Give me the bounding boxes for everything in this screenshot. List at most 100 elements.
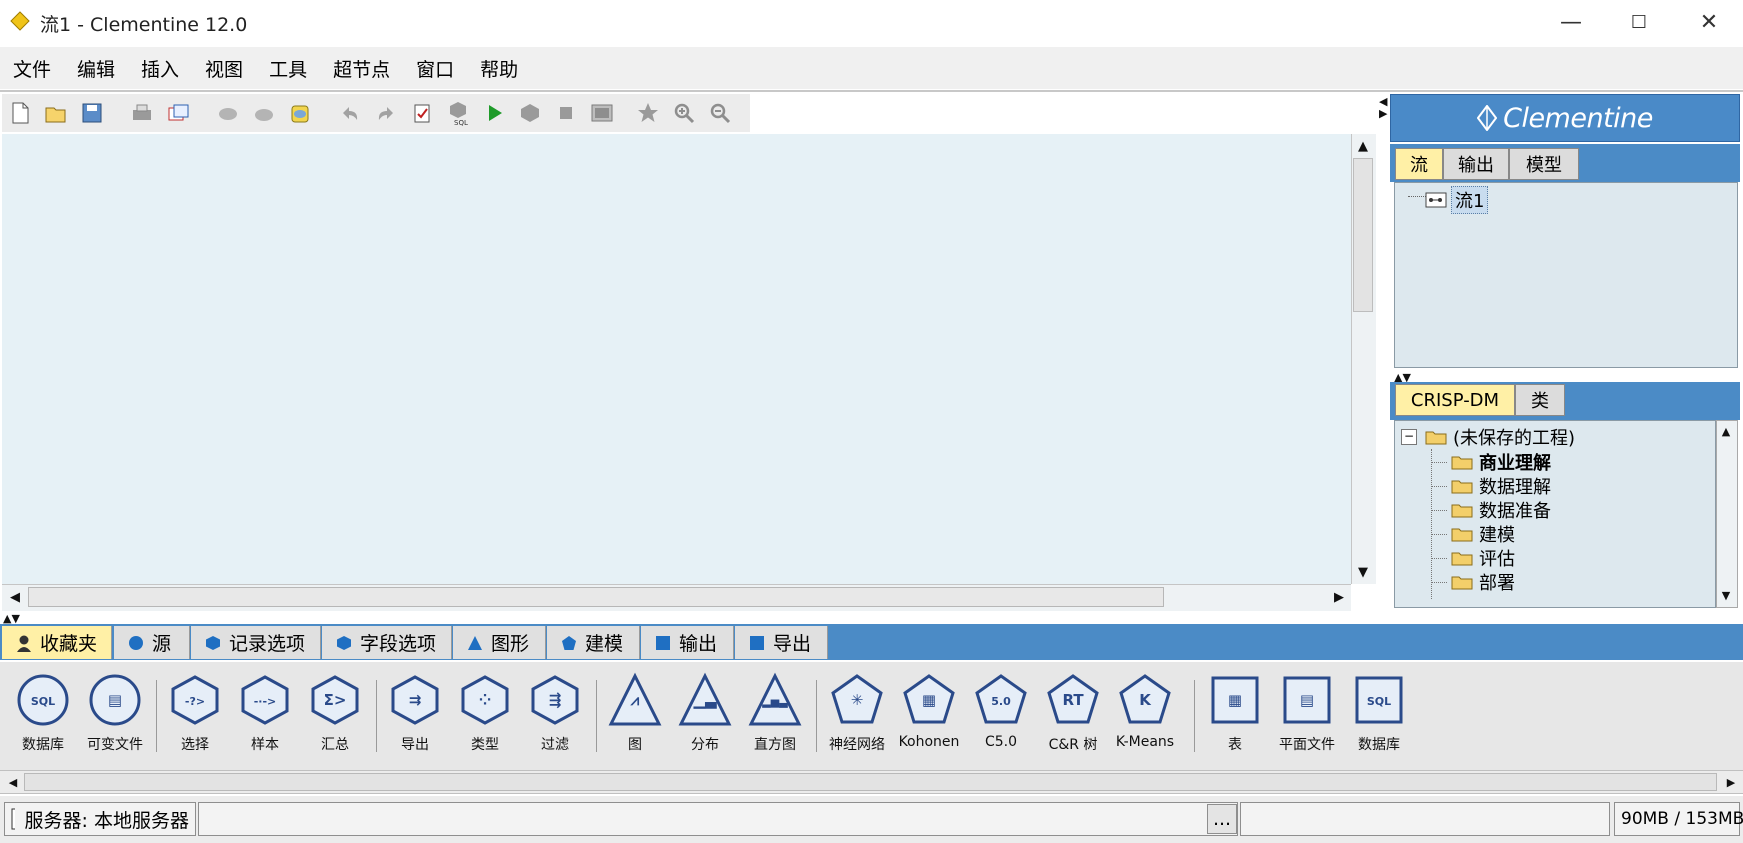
- palette-node-label: 数据库: [1358, 737, 1400, 753]
- palette-node[interactable]: ⩘ 图: [600, 672, 670, 754]
- palette-node[interactable]: Σ> 汇总: [300, 672, 370, 754]
- palette-node[interactable]: ▁▃ 分布: [670, 672, 740, 754]
- palette-node[interactable]: ▂▅▃ 直方图: [740, 672, 810, 754]
- preview-icon[interactable]: [584, 96, 620, 130]
- sql-icon[interactable]: SQL: [440, 96, 476, 130]
- tree-phase-evaluation[interactable]: 评估: [1431, 545, 1515, 571]
- palette-node[interactable]: K K-Means: [1110, 672, 1180, 750]
- tree-phase-modeling[interactable]: 建模: [1431, 521, 1515, 547]
- tree-project-root[interactable]: − (未保存的工程): [1401, 424, 1575, 450]
- scroll-left-arrow-icon[interactable]: ◀: [2, 771, 24, 793]
- palette-node[interactable]: ▦ Kohonen: [894, 672, 964, 750]
- stop-icon[interactable]: [548, 96, 584, 130]
- page-setup-icon[interactable]: [160, 96, 196, 130]
- run-selection-icon[interactable]: [512, 96, 548, 130]
- node-glyph: ⩘: [630, 691, 640, 709]
- paste-icon[interactable]: [282, 96, 318, 130]
- menu-insert[interactable]: 插入: [128, 55, 192, 82]
- cut-icon[interactable]: [210, 96, 246, 130]
- memory-usage: 90MB / 153MB: [1614, 802, 1743, 836]
- scroll-up-arrow-icon[interactable]: ▲: [1352, 135, 1374, 157]
- server-icon: [11, 808, 15, 830]
- node-glyph: ✳: [851, 691, 864, 709]
- scroll-up-arrow-icon[interactable]: ▲: [1716, 421, 1736, 441]
- palette-node-label: 过滤: [541, 737, 569, 753]
- collapse-panel-arrows-icon[interactable]: ◀ ▶: [1379, 96, 1387, 120]
- palette-node[interactable]: ✳ 神经网络: [822, 672, 892, 754]
- scroll-down-arrow-icon[interactable]: ▼: [1716, 585, 1736, 605]
- stream-item[interactable]: 流1: [1425, 186, 1489, 214]
- palette-node[interactable]: ▦ 表: [1200, 672, 1270, 754]
- open-stream-icon[interactable]: [38, 96, 74, 130]
- tab-outputs[interactable]: 输出: [1443, 148, 1509, 180]
- palette-node[interactable]: SQL 数据库: [1344, 672, 1414, 754]
- scroll-right-arrow-icon[interactable]: ▶: [1328, 586, 1350, 608]
- undo-icon[interactable]: [332, 96, 368, 130]
- palette-tab-modeling[interactable]: 建模: [547, 626, 640, 659]
- palette-tab-label: 输出: [679, 633, 718, 655]
- palette-node[interactable]: -·-> 样本: [230, 672, 300, 754]
- stream-canvas[interactable]: [2, 134, 1351, 584]
- scroll-right-arrow-icon[interactable]: ▶: [1720, 771, 1742, 793]
- menu-view[interactable]: 视图: [192, 55, 256, 82]
- scroll-down-arrow-icon[interactable]: ▼: [1352, 561, 1374, 583]
- scroll-left-arrow-icon[interactable]: ◀: [4, 586, 26, 608]
- maximize-button[interactable]: ☐: [1616, 6, 1662, 38]
- ellipsis-button[interactable]: ...: [1207, 804, 1237, 834]
- project-tree-scrollbar[interactable]: [1716, 420, 1738, 608]
- node-glyph: -?>: [185, 695, 205, 708]
- tree-phase-data-preparation[interactable]: 数据准备: [1431, 497, 1551, 523]
- palette-tab-field-ops[interactable]: 字段选项: [322, 626, 452, 659]
- palette-scroll-thumb[interactable]: [24, 773, 1717, 791]
- collapse-toggle-icon[interactable]: −: [1401, 429, 1417, 445]
- menu-supernode[interactable]: 超节点: [320, 55, 403, 82]
- minimize-button[interactable]: —: [1548, 6, 1594, 38]
- palette-node[interactable]: -?> 选择: [160, 672, 230, 754]
- favorites-user-icon: [17, 635, 31, 652]
- save-stream-icon[interactable]: [74, 96, 110, 130]
- palette-node[interactable]: ⇉ 导出: [380, 672, 450, 754]
- palette-tab-graphs[interactable]: 图形: [453, 626, 546, 659]
- menu-tools[interactable]: 工具: [256, 55, 320, 82]
- tab-models[interactable]: 模型: [1509, 148, 1579, 180]
- palette-node[interactable]: ▤ 平面文件: [1272, 672, 1342, 754]
- tree-phase-deployment[interactable]: 部署: [1431, 569, 1515, 595]
- close-button[interactable]: ✕: [1686, 6, 1732, 38]
- palette-node[interactable]: ⇶ 过滤: [520, 672, 590, 754]
- run-icon[interactable]: [476, 96, 512, 130]
- palette-tab-favorites[interactable]: 收藏夹: [2, 626, 112, 659]
- redo-icon[interactable]: [368, 96, 404, 130]
- palette-tab-export[interactable]: 导出: [735, 626, 828, 659]
- tab-crisp-dm[interactable]: CRISP-DM: [1395, 384, 1515, 416]
- tree-phase-business-understanding[interactable]: 商业理解: [1431, 449, 1551, 475]
- palette-tab-record-ops[interactable]: 记录选项: [191, 626, 321, 659]
- palette-node[interactable]: 5.0 C5.0: [966, 672, 1036, 750]
- new-stream-icon[interactable]: [2, 96, 38, 130]
- palette-node[interactable]: ⁘ 类型: [450, 672, 520, 754]
- menu-file[interactable]: 文件: [0, 55, 64, 82]
- hexagon-icon: [206, 635, 220, 650]
- tree-phase-data-understanding[interactable]: 数据理解: [1431, 473, 1551, 499]
- palette-tab-sources[interactable]: 源: [114, 626, 190, 659]
- tab-streams[interactable]: 流: [1395, 148, 1443, 180]
- palette-tab-output[interactable]: 输出: [641, 626, 734, 659]
- menu-help[interactable]: 帮助: [467, 55, 531, 82]
- canvas-vertical-scroll-thumb[interactable]: [1353, 158, 1373, 312]
- canvas-horizontal-scroll-thumb[interactable]: [28, 587, 1164, 607]
- print-icon[interactable]: [124, 96, 160, 130]
- palette-node[interactable]: ▤ 可变文件: [80, 672, 150, 754]
- square-icon: [656, 635, 670, 650]
- palette-node[interactable]: SQL 数据库: [8, 672, 78, 754]
- zoom-in-icon[interactable]: [666, 96, 702, 130]
- tab-classes[interactable]: 类: [1515, 384, 1565, 416]
- edit-icon[interactable]: [404, 96, 440, 130]
- hexagon-node-icon: ⁘: [461, 675, 509, 725]
- node-glyph: ▦: [922, 691, 936, 709]
- menu-window[interactable]: 窗口: [403, 55, 467, 82]
- palette-node[interactable]: RT C&R 树: [1038, 672, 1108, 754]
- copy-icon[interactable]: [246, 96, 282, 130]
- zoom-out-icon[interactable]: [702, 96, 738, 130]
- server-status[interactable]: 服务器: 本地服务器: [4, 802, 196, 836]
- menu-edit[interactable]: 编辑: [64, 55, 128, 82]
- star-icon[interactable]: [630, 96, 666, 130]
